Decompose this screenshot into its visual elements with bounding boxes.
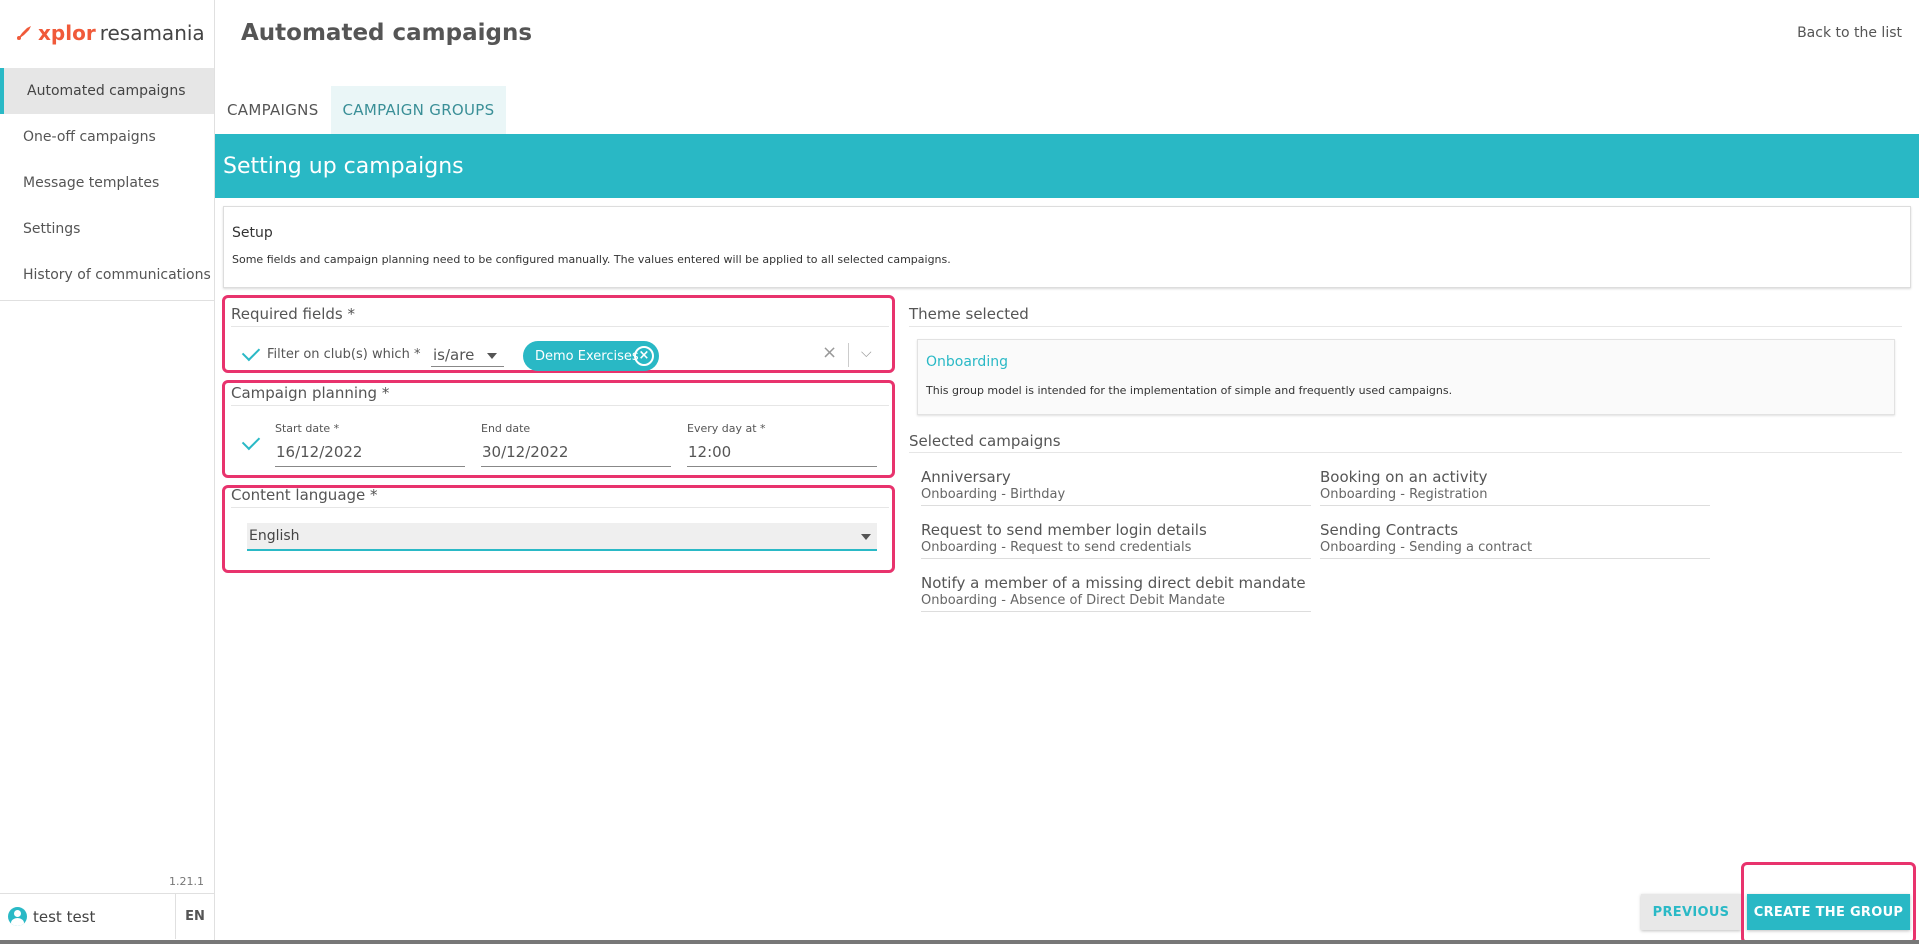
app-version: 1.21.1 <box>169 875 204 888</box>
app-root: xplor resamania Automated campaigns One-… <box>0 0 1919 944</box>
selected-campaigns-label: Selected campaigns <box>909 432 1061 450</box>
operator-caret-icon <box>487 353 497 359</box>
setup-description: Some fields and campaign planning need t… <box>232 253 951 266</box>
sidebar-item-settings[interactable]: Settings <box>0 206 214 252</box>
campaign-item: Booking on an activity Onboarding - Regi… <box>1320 468 1710 506</box>
sidebar-item-history[interactable]: History of communications <box>0 252 214 298</box>
theme-name: Onboarding <box>926 354 1008 370</box>
select-dropdown-chevron-icon[interactable]: ⌵ <box>861 345 872 361</box>
content-language-label: Content language * <box>231 486 378 504</box>
campaign-title: Anniversary <box>921 468 1011 486</box>
previous-button[interactable]: PREVIOUS <box>1641 894 1741 930</box>
sidebar-item-message-templates[interactable]: Message templates <box>0 160 214 206</box>
logo-word-resamania: resamania <box>99 21 205 45</box>
content-language-value: English <box>249 528 300 544</box>
end-date-underline <box>481 466 671 467</box>
sidebar-item-label: Automated campaigns <box>27 83 186 99</box>
campaign-title: Notify a member of a missing direct debi… <box>921 574 1306 592</box>
filter-label: Filter on club(s) which * <box>267 347 421 362</box>
theme-card: Onboarding This group model is intended … <box>917 339 1895 415</box>
back-to-list-link[interactable]: Back to the list <box>1797 25 1902 41</box>
chip-label: Demo Exercises <box>535 348 639 364</box>
sidebar-item-automated-campaigns[interactable]: Automated campaigns <box>0 68 214 114</box>
required-fields-divider <box>231 326 889 327</box>
campaign-subtitle: Onboarding - Request to send credentials <box>921 540 1192 555</box>
sidebar-item-label: Message templates <box>23 175 160 191</box>
campaign-item: Sending Contracts Onboarding - Sending a… <box>1320 521 1710 559</box>
operator-underline <box>431 366 504 367</box>
window-bottom-bar <box>0 940 1919 944</box>
setup-title: Setup <box>232 225 273 241</box>
operator-select[interactable]: is/are <box>433 346 474 364</box>
tab-campaign-groups[interactable]: CAMPAIGN GROUPS <box>330 86 507 134</box>
tab-bar: CAMPAIGNS CAMPAIGN GROUPS <box>215 86 507 134</box>
campaign-title: Sending Contracts <box>1320 521 1459 539</box>
end-date-label: End date <box>481 422 531 435</box>
campaign-item: Request to send member login details Onb… <box>921 521 1311 559</box>
campaign-subtitle: Onboarding - Absence of Direct Debit Man… <box>921 593 1226 608</box>
chip-remove-icon[interactable]: × <box>634 346 654 366</box>
theme-divider <box>909 326 1902 327</box>
caret-down-icon <box>861 534 871 540</box>
required-fields-label: Required fields * <box>231 305 355 323</box>
create-group-button[interactable]: CREATE THE GROUP <box>1747 894 1910 930</box>
page-title: Automated campaigns <box>241 20 533 46</box>
logo-word-xplor: xplor <box>38 21 96 45</box>
sidebar-item-label: One-off campaigns <box>23 129 156 145</box>
content-language-divider <box>231 507 889 508</box>
rocket-icon <box>17 26 31 40</box>
campaign-planning-divider <box>231 405 889 406</box>
section-banner: Setting up campaigns <box>215 134 1919 198</box>
campaign-subtitle: Onboarding - Registration <box>1320 487 1488 502</box>
sidebar: xplor resamania Automated campaigns One-… <box>0 0 215 944</box>
tab-campaigns[interactable]: CAMPAIGNS <box>215 86 331 134</box>
content-language-select[interactable]: English <box>247 523 877 551</box>
campaign-title: Request to send member login details <box>921 521 1207 539</box>
campaign-title: Booking on an activity <box>1320 468 1488 486</box>
theme-description: This group model is intended for the imp… <box>926 384 1453 397</box>
start-date-label: Start date * <box>275 422 340 435</box>
time-label: Every day at * <box>687 422 766 435</box>
start-date-input[interactable]: 16/12/2022 <box>276 443 362 461</box>
user-menu[interactable]: test test <box>0 894 176 939</box>
club-chip: Demo Exercises × <box>523 341 659 371</box>
campaign-item: Notify a member of a missing direct debi… <box>921 574 1311 612</box>
language-switch[interactable]: EN <box>176 909 214 924</box>
setup-card: Setup Some fields and campaign planning … <box>223 206 1911 288</box>
sidebar-item-label: History of communications <box>23 267 211 283</box>
sidebar-item-label: Settings <box>23 221 81 237</box>
sidebar-item-one-off-campaigns[interactable]: One-off campaigns <box>0 114 214 160</box>
clear-selection-icon[interactable]: × <box>822 342 837 363</box>
sidebar-footer: test test EN <box>0 893 214 939</box>
start-date-underline <box>275 466 465 467</box>
user-avatar-icon <box>8 907 27 926</box>
brand-logo: xplor resamania <box>14 18 205 48</box>
sidebar-nav: Automated campaigns One-off campaigns Me… <box>0 68 214 301</box>
time-input[interactable]: 12:00 <box>688 443 731 461</box>
selected-campaigns-divider <box>909 452 1902 453</box>
select-separator <box>848 343 849 367</box>
theme-selected-label: Theme selected <box>909 305 1029 323</box>
campaign-subtitle: Onboarding - Birthday <box>921 487 1066 502</box>
campaign-planning-label: Campaign planning * <box>231 384 390 402</box>
campaign-item: Anniversary Onboarding - Birthday <box>921 468 1311 506</box>
banner-title: Setting up campaigns <box>223 153 464 179</box>
campaign-subtitle: Onboarding - Sending a contract <box>1320 540 1533 555</box>
sidebar-divider <box>0 300 214 301</box>
user-name: test test <box>33 907 96 926</box>
time-underline <box>687 466 877 467</box>
end-date-input[interactable]: 30/12/2022 <box>482 443 568 461</box>
